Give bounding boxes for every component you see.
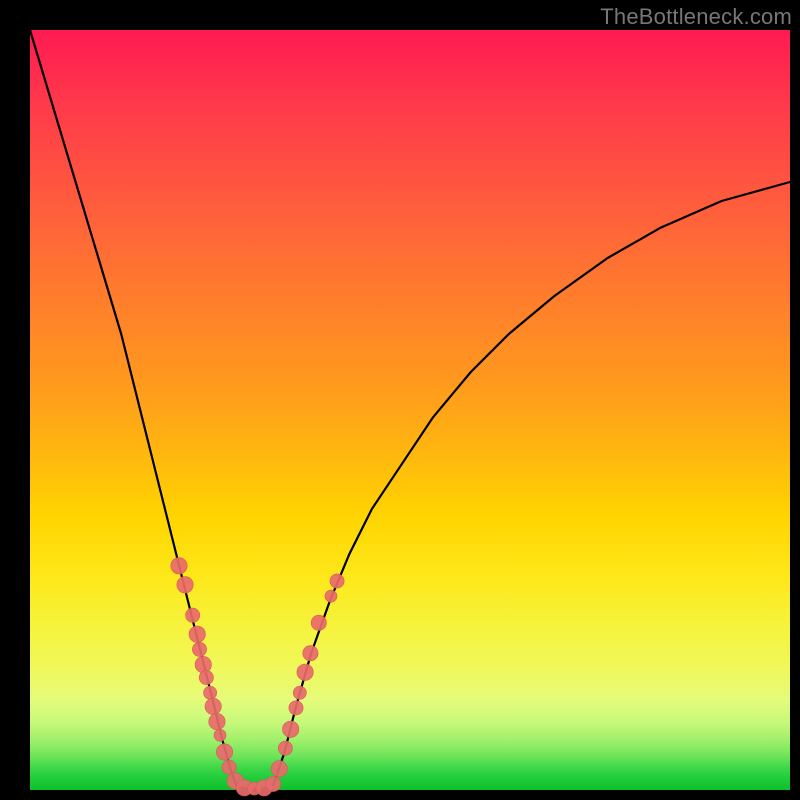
watermark-text: TheBottleneck.com: [600, 4, 792, 30]
data-point: [293, 686, 306, 699]
data-point: [325, 590, 337, 602]
data-point: [266, 776, 281, 791]
plot-area: [30, 30, 790, 790]
curve-path: [30, 30, 790, 789]
data-point: [222, 760, 236, 774]
bottleneck-curve: [30, 30, 790, 789]
data-point: [311, 615, 326, 630]
data-point: [195, 656, 211, 672]
data-point: [282, 721, 298, 737]
chart-frame: TheBottleneck.com: [0, 0, 800, 800]
data-point: [204, 686, 217, 699]
data-point: [216, 744, 232, 760]
curve-layer: [30, 30, 790, 790]
data-point: [278, 741, 292, 755]
data-point: [214, 729, 226, 741]
data-point: [205, 698, 221, 714]
data-point: [171, 558, 187, 574]
data-point: [199, 670, 213, 684]
data-point: [186, 608, 200, 622]
data-point: [297, 664, 313, 680]
data-point: [209, 713, 225, 729]
data-point: [189, 626, 205, 642]
data-markers: [171, 558, 344, 796]
data-point: [177, 577, 193, 593]
data-point: [289, 701, 303, 715]
data-point: [330, 574, 344, 588]
data-point: [303, 646, 318, 661]
data-point: [192, 642, 206, 656]
data-point: [271, 761, 287, 777]
